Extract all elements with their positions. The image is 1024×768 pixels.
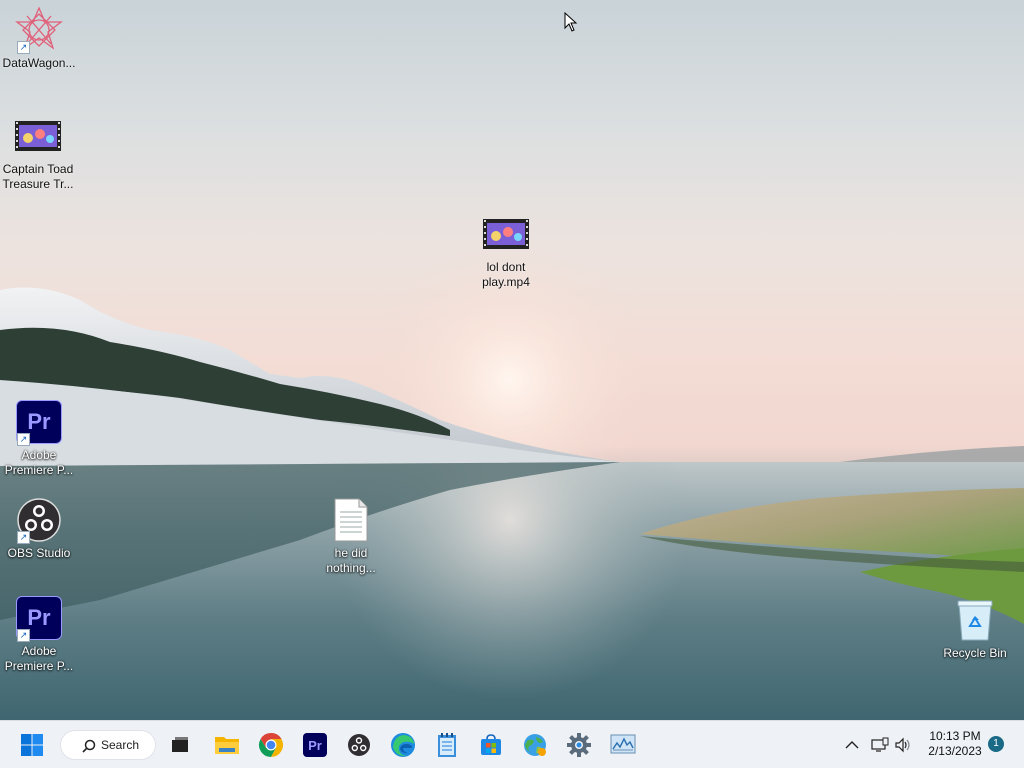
- desktop-icon-label: Captain Toad Treasure Tr...: [2, 162, 74, 191]
- notepad-icon: [438, 733, 456, 757]
- desktop-icon-he-did-nothing[interactable]: he did nothing...: [313, 496, 389, 576]
- notepad-button[interactable]: [429, 727, 465, 763]
- premiere-icon: Pr ↗: [15, 594, 63, 642]
- notification-badge[interactable]: 1: [988, 736, 1004, 752]
- desktop-icon-label: DataWagon...: [2, 56, 76, 70]
- premiere-button[interactable]: Pr: [297, 727, 333, 763]
- windows-logo-icon: [21, 734, 43, 756]
- video-file-icon: [482, 210, 530, 258]
- wallpaper: [0, 0, 1024, 720]
- shortcut-arrow-icon: ↗: [17, 433, 30, 446]
- recycle-bin-icon: [951, 596, 999, 644]
- desktop-icon-captain-toad[interactable]: Captain Toad Treasure Tr...: [0, 112, 76, 192]
- clock-time: 10:13 PM: [929, 729, 981, 743]
- mouse-cursor-icon: [564, 12, 578, 32]
- search-label: Search: [101, 738, 140, 752]
- shortcut-arrow-icon: ↗: [17, 629, 30, 642]
- taskbar: Search Pr 10:13 PM 2/13/2023: [0, 720, 1024, 768]
- desktop-icon-datawagon[interactable]: ↗ DataWagon...: [1, 6, 77, 71]
- clock-date: 2/13/2023: [928, 744, 982, 758]
- premiere-icon: Pr: [303, 733, 327, 757]
- obs-icon: [348, 734, 370, 756]
- network-button[interactable]: [870, 735, 890, 755]
- search-icon: [82, 739, 96, 753]
- folder-icon: [215, 737, 239, 754]
- desktop[interactable]: ↗ DataWagon... Captain Toad Treasure Tr.…: [0, 0, 1024, 720]
- network-icon: [871, 737, 889, 752]
- task-view-icon: [172, 737, 188, 752]
- desktop-icon-label: Adobe Premiere P...: [4, 644, 74, 673]
- shortcut-arrow-icon: ↗: [17, 531, 30, 544]
- chevron-up-icon: [845, 741, 859, 749]
- resource-monitor-icon: [610, 734, 636, 754]
- task-view-button[interactable]: [162, 727, 198, 763]
- chrome-button[interactable]: [253, 727, 289, 763]
- edge-icon: [391, 733, 415, 757]
- desktop-icon-premiere-2[interactable]: Pr ↗ Adobe Premiere P...: [1, 594, 77, 674]
- desktop-icon-recycle-bin[interactable]: Recycle Bin: [937, 596, 1013, 661]
- globe-icon: [524, 734, 546, 756]
- desktop-icon-lol-dont-play[interactable]: lol dont play.mp4: [468, 210, 544, 290]
- datawagon-icon: ↗: [15, 6, 63, 54]
- shortcut-arrow-icon: ↗: [17, 41, 30, 54]
- search-box[interactable]: Search: [60, 730, 156, 760]
- premiere-icon: Pr ↗: [15, 398, 63, 446]
- desktop-icon-premiere-1[interactable]: Pr ↗ Adobe Premiere P...: [1, 398, 77, 478]
- text-file-icon: [327, 496, 375, 544]
- desktop-icon-label: OBS Studio: [7, 546, 71, 560]
- chrome-icon: [258, 733, 284, 757]
- file-explorer-button[interactable]: [209, 727, 245, 763]
- edge-button[interactable]: [385, 727, 421, 763]
- desktop-icon-label: Recycle Bin: [943, 646, 1007, 660]
- desktop-icon-obs[interactable]: ↗ OBS Studio: [1, 496, 77, 561]
- speaker-icon: [895, 737, 910, 753]
- monitor-button[interactable]: [605, 727, 641, 763]
- store-button[interactable]: [473, 727, 509, 763]
- desktop-icon-label: he did nothing...: [326, 546, 376, 575]
- obs-icon: ↗: [15, 496, 63, 544]
- store-icon: [481, 734, 501, 755]
- settings-button[interactable]: [561, 727, 597, 763]
- desktop-icon-label: Adobe Premiere P...: [4, 448, 74, 477]
- desktop-icon-label: lol dont play.mp4: [482, 260, 530, 289]
- obs-button[interactable]: [341, 727, 377, 763]
- clock[interactable]: 10:13 PM 2/13/2023: [920, 729, 990, 759]
- show-hidden-icons-button[interactable]: [842, 735, 862, 755]
- start-button[interactable]: [14, 727, 50, 763]
- video-file-icon: [14, 112, 62, 160]
- maps-button[interactable]: [517, 727, 553, 763]
- gear-icon: [567, 733, 591, 757]
- volume-button[interactable]: [893, 735, 913, 755]
